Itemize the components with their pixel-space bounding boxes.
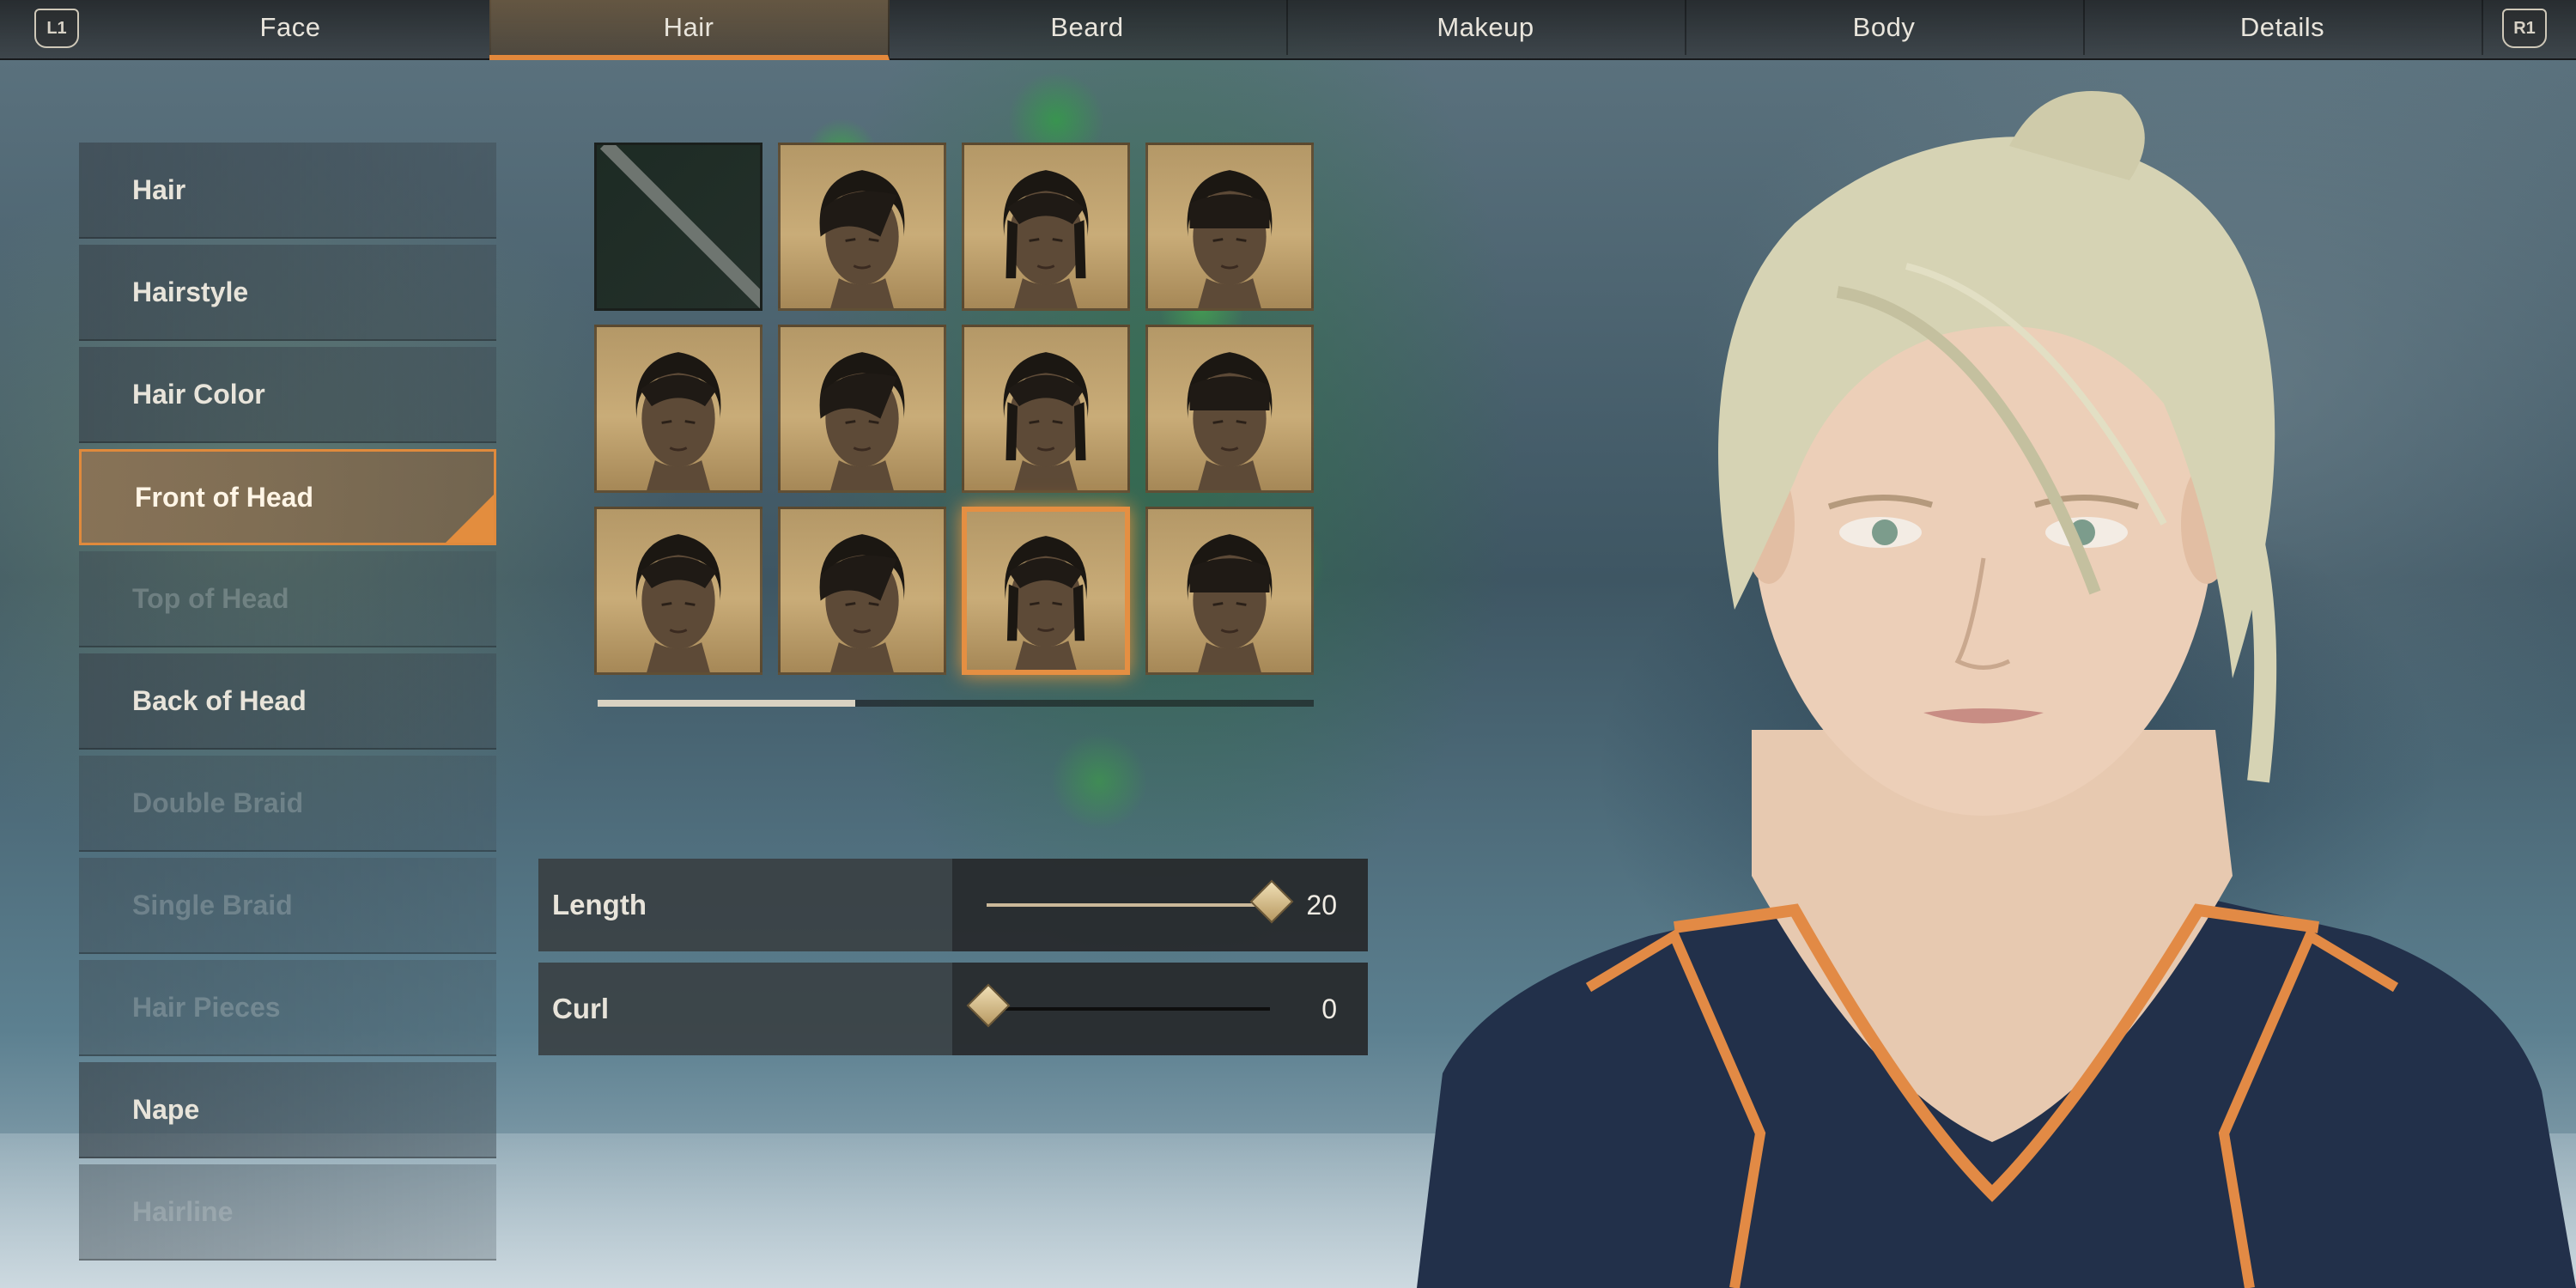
hairstyle-preview-icon: [819, 534, 905, 672]
length-slider-track[interactable]: [987, 879, 1294, 924]
hairstyle-preview-icon: [1003, 170, 1089, 308]
menu-item-hair[interactable]: Hair: [79, 143, 496, 239]
hairstyle-option[interactable]: [1145, 325, 1314, 493]
menu-item-label: Hair Pieces: [132, 991, 281, 1023]
curl-label: Curl: [538, 963, 952, 1055]
hairstyle-preview-icon: [1187, 352, 1273, 490]
hairstyle-option[interactable]: [778, 507, 946, 675]
hairstyle-option[interactable]: [778, 325, 946, 493]
front-hairstyle-grid: [594, 143, 1315, 682]
menu-item-label: Back of Head: [132, 684, 307, 716]
hairstyle-preview-icon: [819, 170, 905, 308]
menu-item-label: Hair Color: [132, 378, 265, 410]
hairstyle-preview-icon: [1187, 534, 1273, 672]
menu-item-label: Single Braid: [132, 889, 293, 920]
menu-item-nape[interactable]: Nape: [79, 1062, 496, 1158]
menu-item-hair-pieces: Hair Pieces: [79, 960, 496, 1056]
curl-value: 0: [1321, 993, 1337, 1024]
menu-item-single-braid: Single Braid: [79, 858, 496, 954]
length-slider-row: Length 20: [538, 859, 1368, 951]
menu-item-label: Nape: [132, 1093, 200, 1125]
menu-item-label: Hair: [132, 173, 186, 205]
l1-shoulder-button-icon[interactable]: L1: [34, 9, 79, 48]
hairstyle-preview-icon: [819, 352, 905, 490]
hairstyle-preview-icon: [635, 352, 721, 490]
length-label: Length: [538, 859, 952, 951]
hairstyle-option[interactable]: [594, 507, 762, 675]
grid-scrollbar[interactable]: [598, 700, 1314, 707]
menu-item-hair-color[interactable]: Hair Color: [79, 347, 496, 443]
hairstyle-option-none[interactable]: [594, 143, 762, 311]
hairstyle-option[interactable]: [962, 143, 1130, 311]
tab-face[interactable]: Face: [91, 0, 491, 55]
length-slider-fill: [987, 903, 1270, 907]
menu-item-label: Hairstyle: [132, 276, 249, 307]
hairstyle-option[interactable]: [1145, 507, 1314, 675]
grid-scrollbar-thumb[interactable]: [598, 700, 856, 707]
curl-slider-handle[interactable]: [966, 983, 1011, 1028]
hairstyle-option[interactable]: [778, 143, 946, 311]
tab-makeup[interactable]: Makeup: [1286, 0, 1686, 55]
curl-slider[interactable]: 0: [952, 963, 1368, 1055]
hairstyle-option[interactable]: [1145, 143, 1314, 311]
menu-item-label: Double Braid: [132, 787, 304, 818]
length-slider[interactable]: 20: [952, 859, 1368, 951]
r1-shoulder-button-icon[interactable]: R1: [2502, 9, 2547, 48]
tab-beard[interactable]: Beard: [888, 0, 1288, 55]
hairstyle-preview-icon: [1005, 536, 1087, 670]
menu-item-front-of-head[interactable]: Front of Head: [79, 449, 496, 545]
hair-category-menu: Hair Hairstyle Hair Color Front of Head …: [79, 143, 496, 1267]
category-tab-bar: L1 Face Hair Beard Makeup Body Details R…: [0, 0, 2576, 60]
hairstyle-option[interactable]: [962, 507, 1130, 675]
hairstyle-option[interactable]: [962, 325, 1130, 493]
tab-hair[interactable]: Hair: [489, 0, 890, 60]
menu-item-double-braid: Double Braid: [79, 756, 496, 852]
menu-item-top-of-head: Top of Head: [79, 551, 496, 647]
tab-details[interactable]: Details: [2083, 0, 2483, 55]
menu-item-label: Hairline: [132, 1195, 234, 1227]
hairstyle-preview-icon: [635, 534, 721, 672]
menu-item-hairstyle[interactable]: Hairstyle: [79, 245, 496, 341]
character-portrait: [1417, 91, 2576, 1288]
hairstyle-preview-icon: [1187, 170, 1273, 308]
tab-body[interactable]: Body: [1685, 0, 2085, 55]
hairstyle-option[interactable]: [594, 325, 762, 493]
menu-item-back-of-head[interactable]: Back of Head: [79, 653, 496, 750]
menu-item-hairline: Hairline: [79, 1164, 496, 1261]
curl-slider-track[interactable]: [966, 983, 1270, 1028]
hairstyle-preview-icon: [1003, 352, 1089, 490]
length-slider-handle[interactable]: [1249, 879, 1294, 924]
length-value: 20: [1306, 889, 1337, 920]
menu-item-label: Front of Head: [135, 481, 313, 513]
curl-slider-row: Curl 0: [538, 963, 1368, 1055]
menu-item-label: Top of Head: [132, 582, 289, 614]
